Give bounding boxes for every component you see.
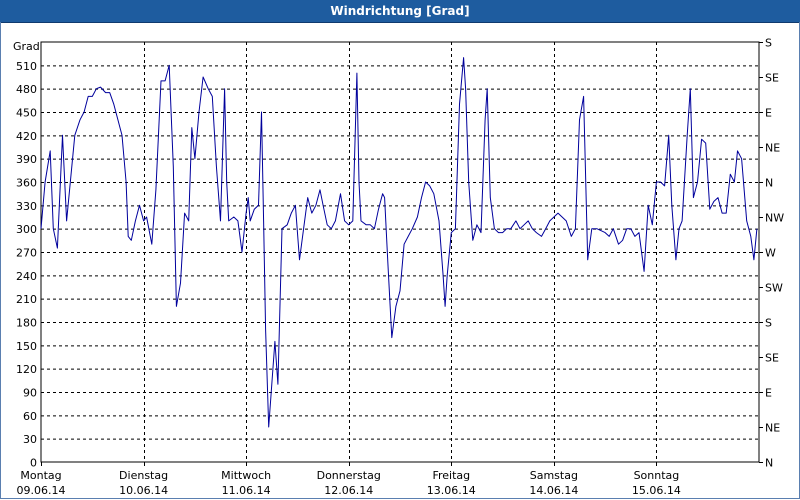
y-tick-label: 90 [23,387,37,400]
y-tick-label: 420 [16,130,37,143]
x-tick-weekday: Donnerstag [317,469,381,482]
y-tick-label: 330 [16,200,37,213]
y-tick-label: 30 [23,433,37,446]
series-group [40,57,758,428]
right-tick-label: NE [765,422,780,435]
x-tick-date: 10.06.14 [119,484,168,497]
y-axis-left: 0 30 60 90 120 150 180 210 240 270 300 330 360 390 420… [16,60,37,470]
y-tick-label: 390 [16,153,37,166]
y-tick-label: 360 [16,177,37,190]
x-tick-date: 13.06.14 [427,484,476,497]
y-tick-label: 60 [23,410,37,423]
right-tick-label: NE [765,142,780,155]
right-tick-label: N [765,457,773,470]
x-axis: Montag 09.06.14 Dienstag 10.06.14 Mittwoch 11… [17,462,681,497]
right-tick-label: SW [765,282,783,295]
y-tick-label: 510 [16,60,37,73]
y-tick-label: 210 [16,293,37,306]
x-tick-weekday: Dienstag [119,469,168,482]
x-tick-weekday: Sonntag [634,469,680,482]
y-axis-label: Grad [13,40,40,53]
right-tick-label: NW [765,212,784,225]
y-tick-label: 0 [30,457,37,470]
y-axis-right: N NE E SE S SW W NW N NE E SE S [759,37,784,470]
right-tick-label: SE [765,72,779,85]
plot-area-border [40,41,760,463]
y-tick-label: 120 [16,363,37,376]
chart-title-bar: Windrichtung [Grad] [0,0,800,23]
y-tick-label: 480 [16,83,37,96]
x-tick-date: 12.06.14 [324,484,373,497]
y-tick-label: 270 [16,247,37,260]
right-tick-label: S [765,317,772,330]
y-tick-label: 150 [16,340,37,353]
right-tick-label: W [765,247,776,260]
chart-frame: 0 30 60 90 120 150 180 210 240 270 300 330 360 390 420… [0,22,800,499]
grid-lines [41,42,759,462]
y-tick-label: 180 [16,317,37,330]
x-tick-date: 14.06.14 [529,484,578,497]
x-tick-date: 11.06.14 [222,484,271,497]
x-tick-weekday: Samstag [530,469,578,482]
y-tick-label: 450 [16,107,37,120]
x-tick-weekday: Freitag [432,469,470,482]
x-tick-weekday: Montag [20,469,61,482]
x-tick-date: 09.06.14 [17,484,66,497]
y-tick-label: 300 [16,223,37,236]
right-tick-label: N [765,177,773,190]
chart-svg: 0 30 60 90 120 150 180 210 240 270 300 330 360 390 420… [13,37,784,498]
x-tick-date: 15.06.14 [632,484,681,497]
right-tick-label: E [765,387,772,400]
series-line [40,57,758,428]
right-tick-label: E [765,107,772,120]
chart-title: Windrichtung [Grad] [330,4,470,18]
right-tick-label: S [765,37,772,50]
x-tick-weekday: Mittwoch [221,469,271,482]
y-tick-label: 240 [16,270,37,283]
right-tick-label: SE [765,352,779,365]
